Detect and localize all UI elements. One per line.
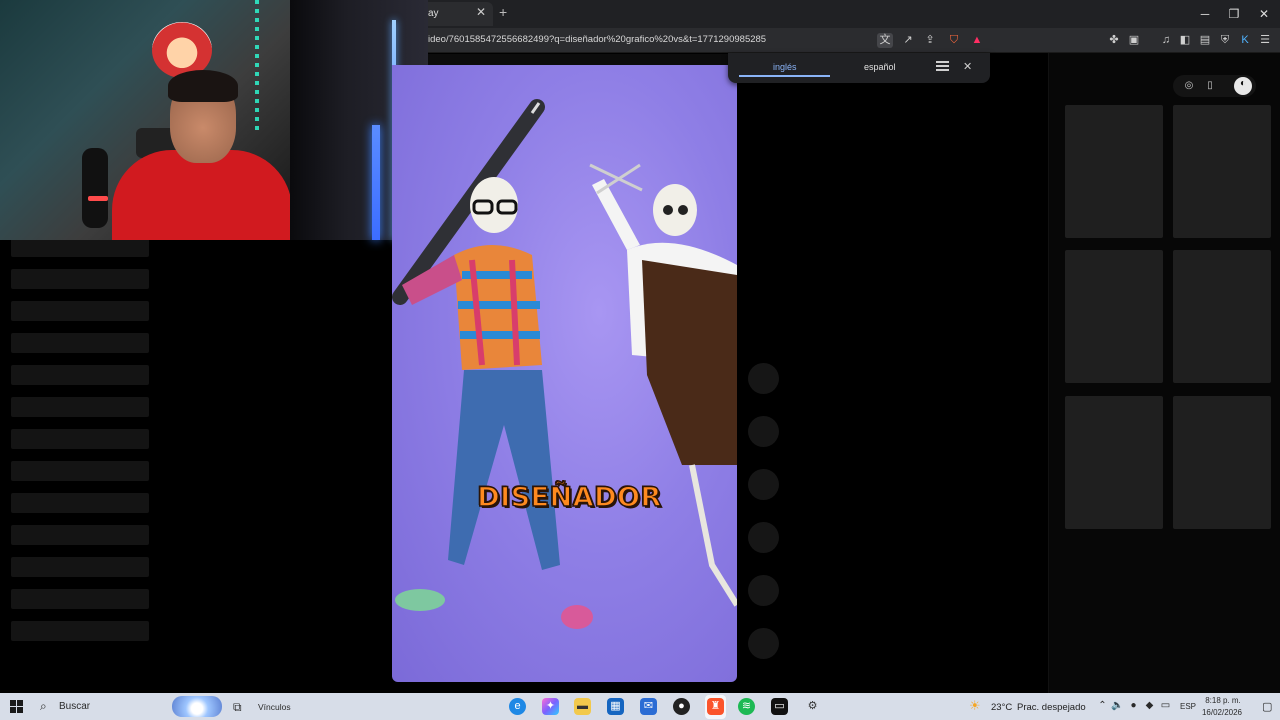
skeleton-row — [11, 237, 149, 257]
translate-popup — [728, 53, 990, 83]
active-tab-indicator — [739, 75, 830, 77]
obs-tray-icon[interactable]: ● — [1127, 700, 1140, 711]
tab-title: ay — [428, 8, 439, 19]
brave-rewards-icon[interactable]: ▲ — [969, 33, 985, 48]
sidebar-icon[interactable]: ◧ — [1177, 33, 1193, 48]
weather-icon[interactable]: ☀ — [969, 698, 987, 714]
skeleton-row — [11, 621, 149, 641]
file-explorer-icon[interactable]: ▬ — [574, 698, 591, 715]
video-frame-illustration — [392, 99, 737, 629]
volume-tray-icon[interactable]: 🔈 — [1111, 700, 1124, 711]
settings-icon[interactable]: ⚙ — [804, 698, 821, 715]
wallet-icon[interactable]: ▤ — [1197, 33, 1213, 48]
restore-button[interactable]: ❐ — [1226, 6, 1242, 22]
video-action-placeholder[interactable] — [748, 522, 779, 553]
windows-logo-icon[interactable] — [10, 700, 23, 713]
video-action-placeholder[interactable] — [748, 469, 779, 500]
share-icon[interactable]: ⇪ — [922, 33, 938, 48]
task-view-icon[interactable]: ⧉ — [233, 700, 242, 715]
outlook-icon[interactable]: ✉ — [640, 698, 657, 715]
close-window-button[interactable]: ✕ — [1256, 6, 1272, 22]
url-text[interactable]: ideo/7601585472556682499?q=diseñador%20g… — [428, 34, 766, 45]
translate-menu-icon[interactable] — [936, 59, 950, 73]
weather-description[interactable]: Prac. despejado — [1017, 702, 1086, 713]
obs-icon[interactable]: ● — [673, 698, 690, 715]
input-language[interactable]: ESP — [1180, 702, 1196, 711]
compass-icon[interactable]: ◎ — [1182, 79, 1196, 93]
streamer-shirt — [112, 150, 290, 240]
led-strip — [255, 0, 259, 130]
open-in-new-icon[interactable]: ↗ — [900, 33, 916, 48]
skeleton-row — [11, 589, 149, 609]
copilot-icon[interactable]: ✦ — [542, 698, 559, 715]
store-icon[interactable]: ▦ — [607, 698, 624, 715]
video-top-strip — [428, 54, 737, 65]
skeleton-row — [11, 461, 149, 481]
skeleton-row — [11, 365, 149, 385]
phone-icon[interactable]: ▯ — [1203, 79, 1217, 93]
widgets-label[interactable]: Vínculos — [258, 702, 291, 712]
screenshot-icon[interactable]: ▣ — [1126, 33, 1142, 48]
video-card-placeholder[interactable] — [1173, 396, 1271, 529]
video-card-placeholder[interactable] — [1065, 250, 1163, 383]
tab-close-icon[interactable]: ✕ — [474, 5, 488, 19]
translate-close-icon[interactable]: ✕ — [963, 60, 972, 73]
skeleton-row — [11, 493, 149, 513]
edge-icon[interactable]: e — [509, 698, 526, 715]
video-action-placeholder[interactable] — [748, 416, 779, 447]
brave-shield-icon[interactable]: ⛉ — [946, 33, 962, 48]
video-card-placeholder[interactable] — [1065, 105, 1163, 238]
microphone — [82, 148, 108, 228]
minimize-button[interactable]: ─ — [1197, 6, 1213, 22]
app-tray-icon[interactable]: ◆ — [1143, 700, 1156, 711]
menu-icon[interactable]: ☰ — [1257, 33, 1273, 48]
video-action-placeholder[interactable] — [748, 363, 779, 394]
skeleton-row — [11, 333, 149, 353]
media-icon[interactable]: ♫ — [1158, 33, 1174, 48]
video-caption: DISEÑADOR — [477, 481, 663, 514]
source-language-tab[interactable]: inglés — [773, 62, 797, 72]
skeleton-row — [11, 301, 149, 321]
new-tab-button[interactable]: + — [499, 5, 507, 19]
avatar[interactable]: ◐ — [1234, 77, 1252, 95]
video-player[interactable] — [392, 65, 737, 682]
search-highlight-image — [172, 696, 222, 717]
network-tray-icon[interactable]: ▭ — [1159, 700, 1172, 711]
video-card-placeholder[interactable] — [1173, 105, 1271, 238]
clock-date[interactable]: 16/02/2026 — [1201, 708, 1243, 717]
streamer-hair — [168, 70, 238, 102]
notification-icon[interactable]: ▢ — [1262, 700, 1272, 713]
webcam-overlay — [0, 0, 290, 240]
target-language-tab[interactable]: español — [864, 62, 896, 72]
skeleton-row — [11, 397, 149, 417]
skeleton-row — [11, 557, 149, 577]
led-strip — [372, 125, 380, 240]
skeleton-row — [11, 429, 149, 449]
search-placeholder: Buscar — [59, 701, 91, 712]
spotify-icon[interactable]: ≋ — [738, 698, 755, 715]
search-icon: ⌕ — [40, 699, 47, 713]
vpn-shield-icon[interactable]: ⛨ — [1217, 33, 1233, 48]
tray-chevron-icon[interactable]: ⌃ — [1096, 700, 1109, 711]
video-card-placeholder[interactable] — [1065, 396, 1163, 529]
extensions-icon[interactable]: ✤ — [1106, 33, 1122, 48]
microphone-light — [88, 196, 108, 201]
terminal-icon[interactable]: ▭ — [771, 698, 788, 715]
weather-temperature[interactable]: 23°C — [991, 702, 1012, 713]
skeleton-row — [11, 525, 149, 545]
video-card-placeholder[interactable] — [1173, 250, 1271, 383]
skeleton-row — [11, 269, 149, 289]
profile-extension-icon[interactable]: K — [1237, 33, 1253, 48]
clock-time[interactable]: 8:18 p. m. — [1203, 696, 1243, 705]
video-action-placeholder[interactable] — [748, 575, 779, 606]
translate-icon[interactable]: 文 — [877, 33, 893, 48]
video-action-placeholder[interactable] — [748, 628, 779, 659]
brave-browser-icon[interactable]: ♜ — [707, 698, 724, 715]
